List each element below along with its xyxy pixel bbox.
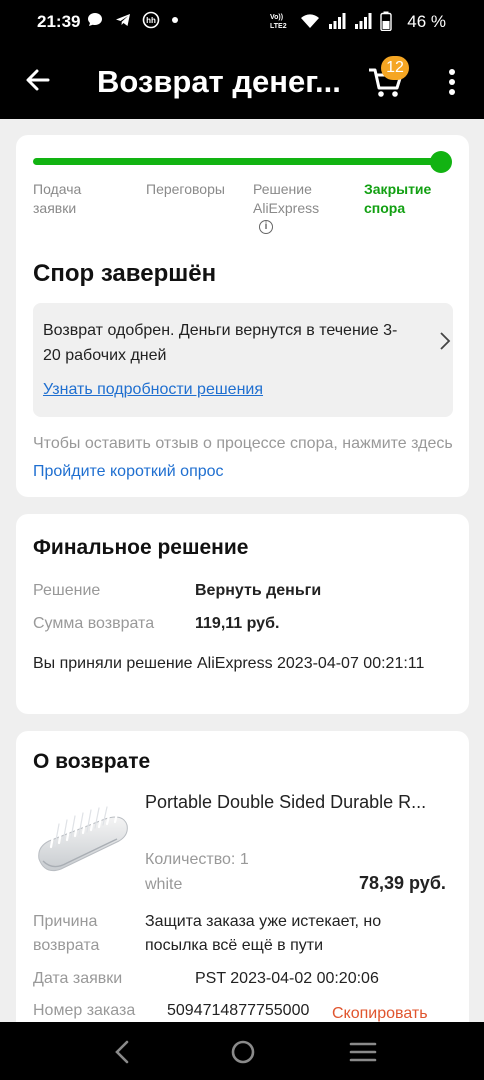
status-system-icons: Vo)) LTE2: [270, 11, 392, 31]
refund-info-title: О возврате: [33, 750, 151, 773]
status-notification-icons: hh: [86, 11, 180, 29]
nav-back-button[interactable]: [108, 1039, 138, 1065]
product-price: 78,39 руб.: [359, 873, 446, 893]
order-number-value: 5094714877755000: [167, 1002, 310, 1019]
system-navigation-bar: [0, 1022, 484, 1080]
product-title[interactable]: Portable Double Sided Durable R...: [145, 792, 455, 813]
step-closing: Закрытие спора: [364, 180, 431, 218]
cart-count-badge: 12: [381, 56, 409, 80]
more-notifications-dot-icon: [172, 17, 178, 23]
refund-approved-notice[interactable]: Возврат одобрен. Деньги вернутся в течен…: [33, 303, 453, 417]
return-reason-value: Защита заказа уже истекает, но посылка в…: [145, 913, 382, 954]
nav-back-icon: [115, 1040, 129, 1064]
step-decision-line1: Решение: [253, 181, 312, 197]
decision-label: Решение: [33, 582, 101, 599]
quantity-text: Количество: 1: [145, 851, 249, 868]
copy-order-number-button[interactable]: Скопировать: [332, 1002, 428, 1022]
survey-link[interactable]: Пройдите короткий опрос: [33, 463, 224, 480]
signal-sim1-icon: [329, 13, 346, 29]
step-closing-line2: спора: [364, 200, 406, 216]
step-decision: Решение AliExpress: [253, 180, 319, 218]
info-icon[interactable]: i: [259, 220, 273, 234]
more-vertical-icon: [449, 69, 455, 95]
status-bar: 21:39 hh Vo)) LTE2 46 %: [0, 0, 484, 44]
refund-amount-label: Сумма возврата: [33, 615, 155, 632]
order-number-label: Номер заказа: [33, 1002, 136, 1019]
request-date-label: Дата заявки: [33, 970, 123, 987]
step-closing-line1: Закрытие: [364, 181, 432, 197]
final-decision-title: Финальное решение: [33, 536, 249, 559]
return-reason-label-line1: Причина: [33, 913, 98, 930]
nav-home-button[interactable]: [228, 1039, 258, 1065]
svg-text:hh: hh: [146, 16, 156, 25]
content-scroll-area[interactable]: Подача заявки Переговоры Решение AliExpr…: [0, 119, 484, 1022]
wifi-icon: [301, 14, 319, 28]
hh-app-icon: hh: [142, 11, 160, 29]
volte-icon: Vo)) LTE2: [270, 14, 287, 30]
return-reason-label: Причина возврата: [33, 910, 99, 958]
return-reason-label-line2: возврата: [33, 937, 100, 954]
nav-home-icon: [231, 1040, 255, 1064]
notice-text: Возврат одобрен. Деньги вернутся в течен…: [43, 322, 398, 364]
svg-text:Vo)): Vo)): [270, 14, 283, 21]
nav-recents-icon: [349, 1042, 377, 1062]
progress-current-dot: [430, 151, 452, 173]
step-submit-line2: заявки: [33, 200, 77, 216]
battery-icon: [380, 11, 392, 31]
battery-percent: 46 %: [407, 12, 446, 31]
step-submit-line1: Подача: [33, 181, 82, 197]
page-title: Возврат денег...: [97, 64, 341, 99]
step-negotiation: Переговоры: [146, 180, 225, 199]
survey-prompt: Чтобы оставить отзыв о процессе спора, н…: [33, 430, 453, 486]
product-variant: white: [145, 876, 183, 893]
refund-amount-value: 119,11 руб.: [195, 615, 280, 632]
dispute-progress-bar: [33, 158, 448, 165]
arrow-left-icon: [26, 69, 50, 91]
app-bar: Возврат денег... 12: [0, 44, 484, 119]
dispute-status-card: Подача заявки Переговоры Решение AliExpr…: [16, 135, 469, 497]
dispute-status-title: Спор завершён: [33, 260, 217, 287]
survey-prefix-text: Чтобы оставить отзыв о процессе спора, н…: [33, 435, 453, 452]
step-decision-line2: AliExpress: [253, 200, 320, 216]
telegram-icon: [116, 14, 130, 26]
refund-info-card: О возврате Portable Double Sided Durable…: [16, 731, 469, 1022]
signal-sim2-icon: [355, 13, 372, 29]
back-button[interactable]: [20, 62, 56, 98]
product-image[interactable]: [33, 801, 133, 891]
svg-text:LTE2: LTE2: [270, 23, 287, 30]
more-menu-button[interactable]: [440, 66, 464, 98]
decision-value: Вернуть деньги: [195, 582, 322, 599]
request-date-value: PST 2023-04-02 00:20:06: [195, 970, 379, 987]
nav-recents-button[interactable]: [348, 1039, 378, 1065]
status-time: 21:39: [37, 12, 81, 31]
chat-bubble-icon: [88, 13, 102, 26]
decision-details-link[interactable]: Узнать подробности решения: [43, 381, 263, 399]
step-negotiation-line1: Переговоры: [146, 181, 225, 197]
step-submit: Подача заявки: [33, 180, 81, 218]
chevron-right-icon: [440, 332, 451, 350]
final-decision-card: Финальное решение Решение Вернуть деньги…: [16, 514, 469, 714]
decision-accepted-text: Вы приняли решение AliExpress 2023-04-07…: [33, 655, 425, 672]
